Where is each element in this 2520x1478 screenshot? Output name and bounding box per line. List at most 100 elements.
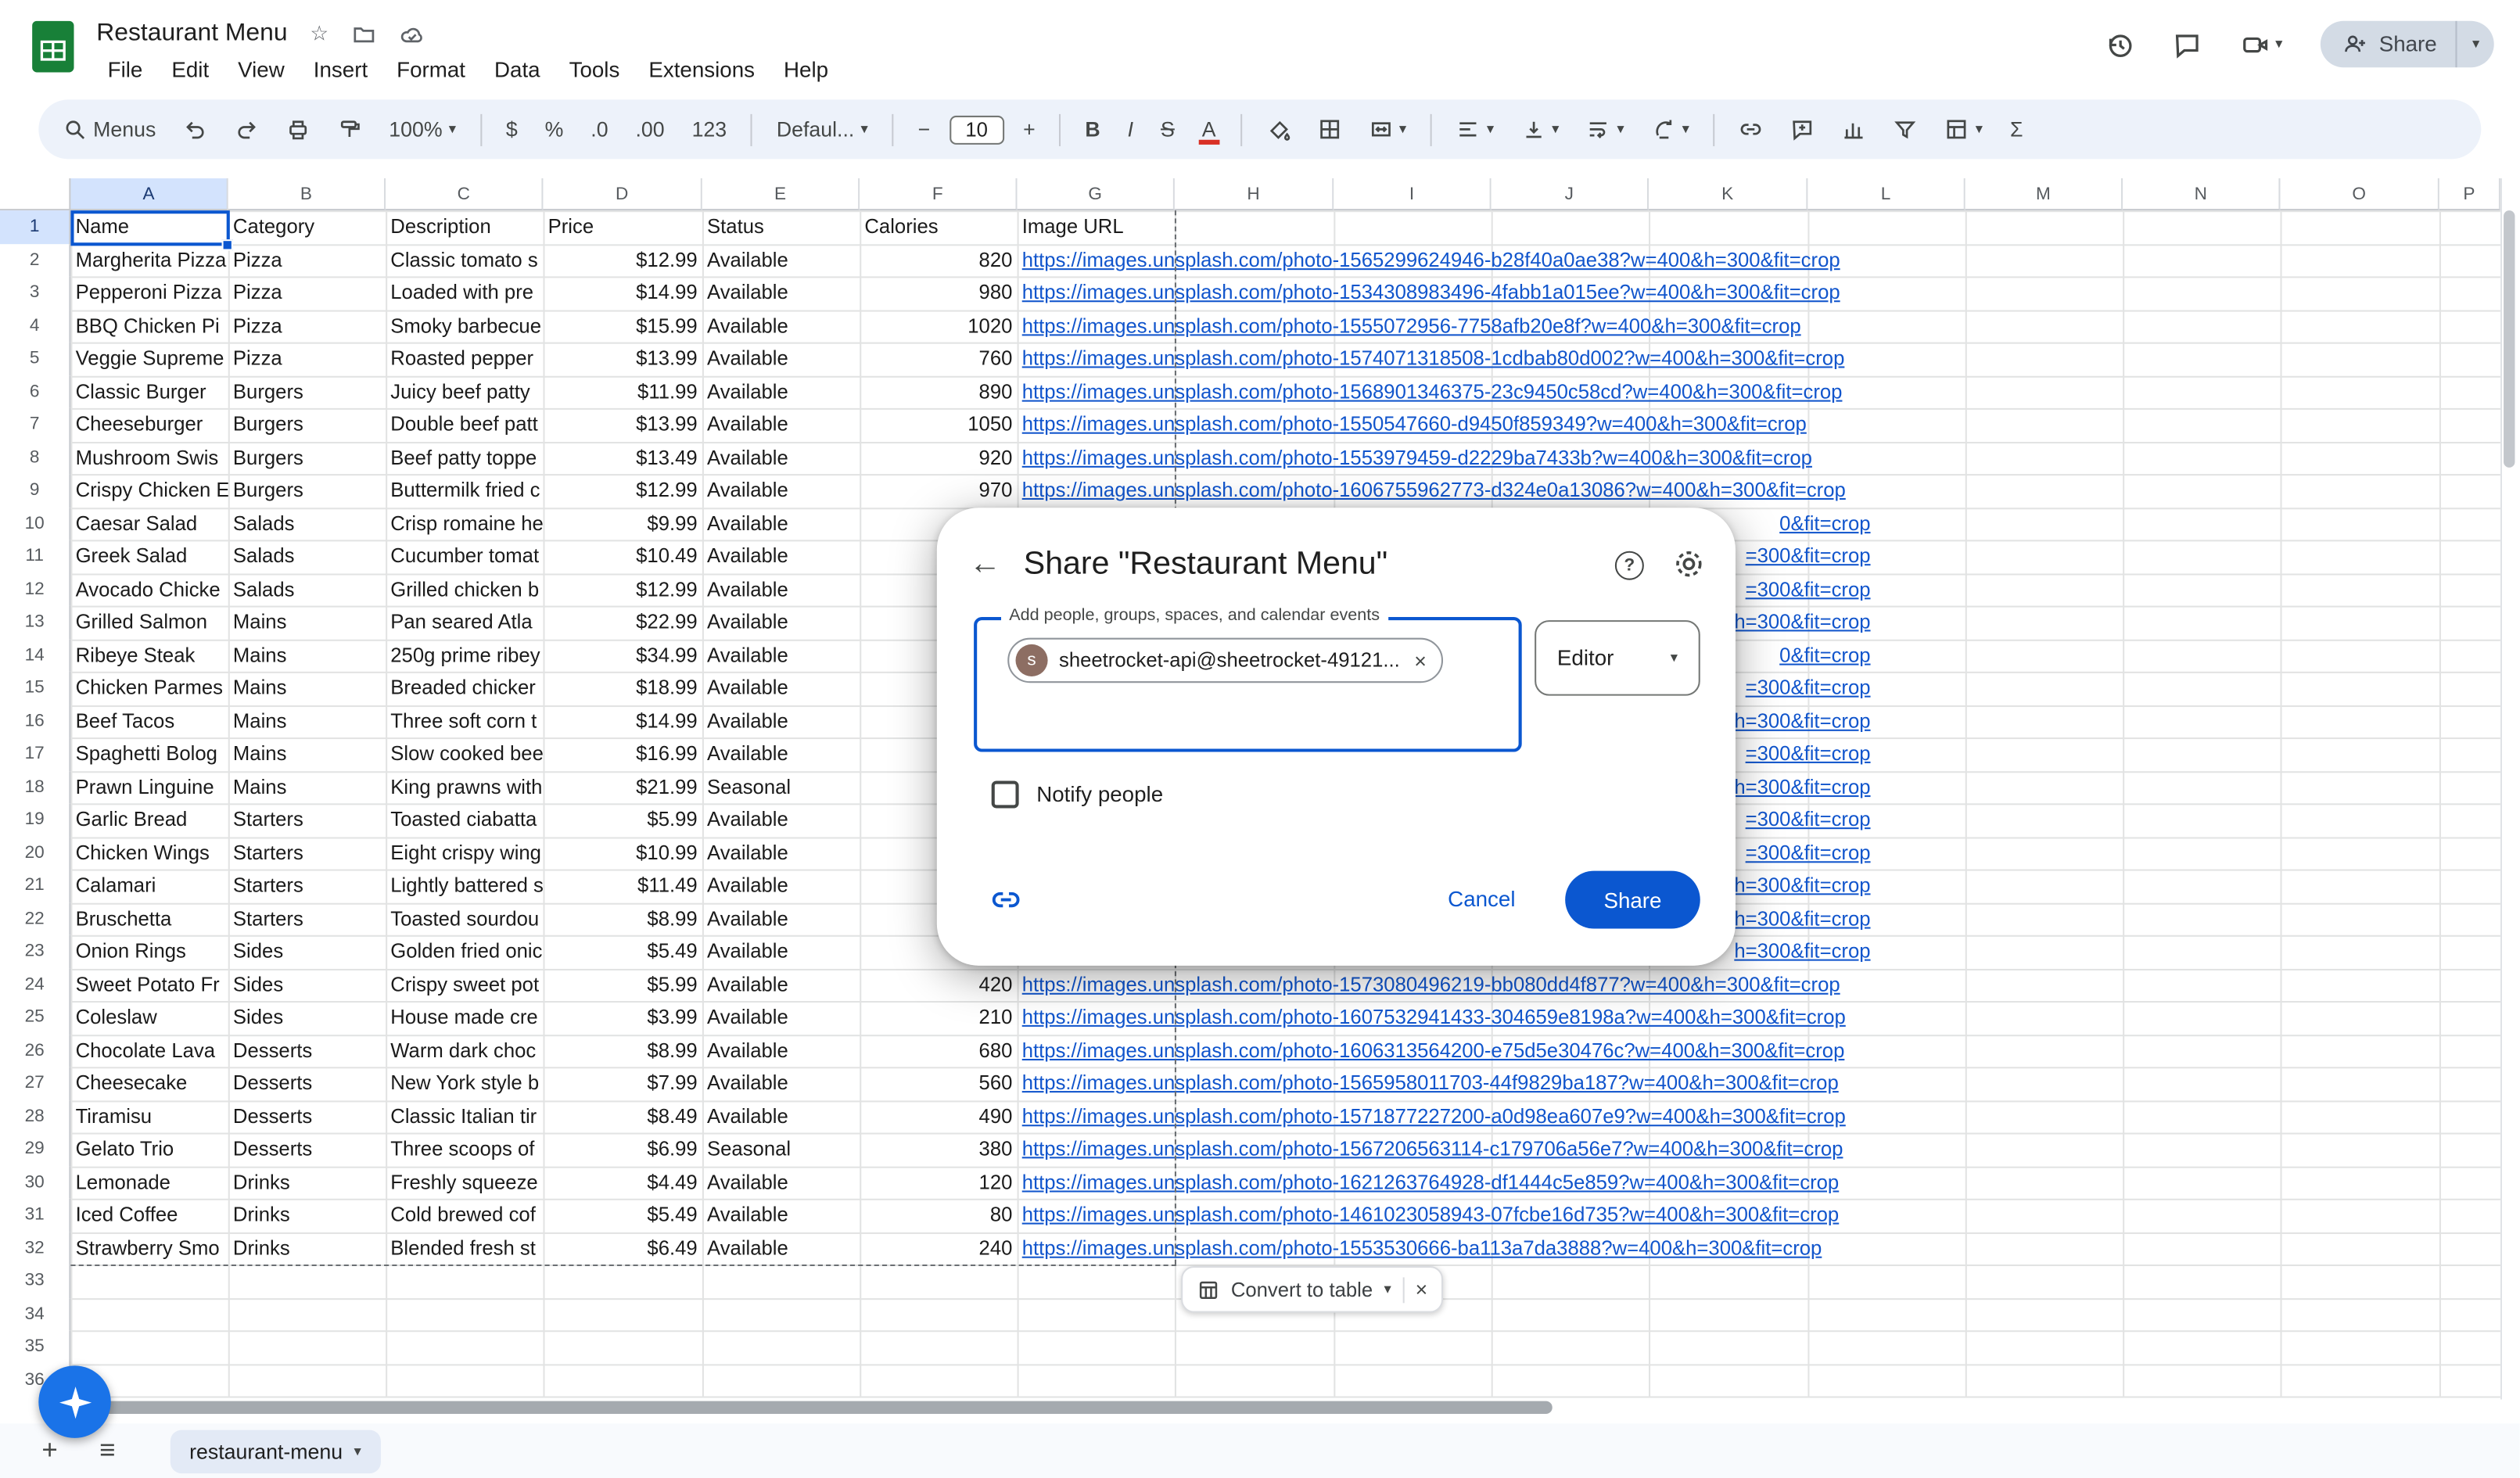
bold-button[interactable]: B bbox=[1077, 113, 1108, 146]
add-people-input[interactable]: s sheetrocket-api@sheetrocket-49121... × bbox=[974, 617, 1522, 752]
paint-format-button[interactable] bbox=[329, 113, 369, 146]
insert-comment-button[interactable] bbox=[1782, 113, 1822, 146]
cell[interactable]: Eight crispy wing bbox=[386, 836, 543, 869]
cell[interactable]: Slow cooked bee bbox=[386, 737, 543, 770]
cell[interactable]: Classic Italian tir bbox=[386, 1100, 543, 1132]
column-header-P[interactable]: P bbox=[2439, 178, 2500, 210]
column-header-E[interactable]: E bbox=[702, 178, 860, 210]
undo-button[interactable] bbox=[175, 113, 215, 146]
cell[interactable]: Available bbox=[702, 935, 860, 968]
move-folder-icon[interactable] bbox=[351, 22, 375, 46]
cell-link[interactable]: https://images.unsplash.com/photo-155397… bbox=[1018, 441, 1885, 474]
cell[interactable]: $5.49 bbox=[543, 935, 702, 968]
cell[interactable]: Gelato Trio bbox=[70, 1132, 228, 1165]
cell[interactable]: Available bbox=[702, 672, 860, 705]
cell[interactable]: $21.99 bbox=[543, 770, 702, 803]
row-header-12[interactable]: 12 bbox=[0, 572, 70, 605]
cell[interactable]: Golden fried onic bbox=[386, 935, 543, 968]
cell[interactable]: Tiramisu bbox=[70, 1100, 228, 1132]
row-header-3[interactable]: 3 bbox=[0, 276, 70, 309]
cell[interactable]: Starters bbox=[228, 902, 386, 935]
cell[interactable]: Drinks bbox=[228, 1232, 386, 1265]
row-header-8[interactable]: 8 bbox=[0, 441, 70, 474]
row-header-16[interactable]: 16 bbox=[0, 705, 70, 737]
currency-format-button[interactable]: $ bbox=[498, 113, 526, 146]
all-sheets-button[interactable]: ≡ bbox=[99, 1435, 115, 1467]
cell[interactable]: Freshly squeeze bbox=[386, 1166, 543, 1199]
cell[interactable]: Available bbox=[702, 276, 860, 309]
cell[interactable]: Ribeye Steak bbox=[70, 639, 228, 672]
cell[interactable]: Available bbox=[702, 441, 860, 474]
table-views-button[interactable]: ▾ bbox=[1937, 113, 1991, 146]
cell-link[interactable]: https://images.unsplash.com/photo-156720… bbox=[1018, 1132, 1885, 1165]
cell[interactable]: $8.99 bbox=[543, 902, 702, 935]
cell[interactable]: Onion Rings bbox=[70, 935, 228, 968]
menu-insert[interactable]: Insert bbox=[302, 55, 379, 85]
cell-link[interactable]: https://images.unsplash.com/photo-160631… bbox=[1018, 1034, 1885, 1067]
column-header-B[interactable]: B bbox=[228, 178, 386, 210]
cell[interactable]: Greek Salad bbox=[70, 540, 228, 572]
vertical-scrollbar[interactable] bbox=[2504, 210, 2515, 468]
menu-format[interactable]: Format bbox=[386, 55, 477, 85]
cell[interactable]: $34.99 bbox=[543, 639, 702, 672]
insert-chart-button[interactable] bbox=[1834, 113, 1874, 146]
cell[interactable]: Beef Tacos bbox=[70, 705, 228, 737]
cell[interactable]: Avocado Chicke bbox=[70, 572, 228, 605]
row-header-11[interactable]: 11 bbox=[0, 540, 70, 572]
cell[interactable]: $6.99 bbox=[543, 1132, 702, 1165]
row-header-24[interactable]: 24 bbox=[0, 968, 70, 1001]
cell[interactable]: Loaded with pre bbox=[386, 276, 543, 309]
column-header-O[interactable]: O bbox=[2280, 178, 2439, 210]
cell[interactable]: Starters bbox=[228, 836, 386, 869]
cell[interactable]: Prawn Linguine bbox=[70, 770, 228, 803]
cell[interactable]: $10.99 bbox=[543, 836, 702, 869]
cell[interactable]: Available bbox=[702, 870, 860, 902]
row-header-22[interactable]: 22 bbox=[0, 902, 70, 935]
row-header-18[interactable]: 18 bbox=[0, 770, 70, 803]
search-menus-button[interactable]: Menus bbox=[55, 113, 164, 146]
cell[interactable]: Available bbox=[702, 1166, 860, 1199]
cell[interactable]: 1020 bbox=[860, 310, 1017, 343]
cell[interactable]: Breaded chicker bbox=[386, 672, 543, 705]
sheet-tab[interactable]: restaurant-menu ▾ bbox=[170, 1430, 380, 1473]
cell[interactable]: Pan seared Atla bbox=[386, 606, 543, 639]
cell[interactable]: Pepperoni Pizza bbox=[70, 276, 228, 309]
column-header-H[interactable]: H bbox=[1175, 178, 1334, 210]
cell[interactable]: 80 bbox=[860, 1199, 1017, 1232]
cell[interactable]: 120 bbox=[860, 1166, 1017, 1199]
column-header-L[interactable]: L bbox=[1807, 178, 1965, 210]
close-icon[interactable]: × bbox=[1416, 1277, 1428, 1301]
row-header-19[interactable]: 19 bbox=[0, 803, 70, 836]
share-dropdown-arrow[interactable]: ▾ bbox=[2457, 21, 2493, 68]
sheets-logo-icon[interactable] bbox=[32, 21, 74, 73]
row-header-27[interactable]: 27 bbox=[0, 1067, 70, 1100]
cell[interactable]: Crispy Chicken E bbox=[70, 474, 228, 507]
recipient-chip[interactable]: s sheetrocket-api@sheetrocket-49121... × bbox=[1007, 638, 1442, 683]
column-header-F[interactable]: F bbox=[860, 178, 1017, 210]
cell[interactable]: Desserts bbox=[228, 1067, 386, 1100]
cell[interactable]: Available bbox=[702, 1034, 860, 1067]
strikethrough-button[interactable]: S bbox=[1153, 113, 1183, 146]
cell[interactable]: Pizza bbox=[228, 343, 386, 375]
row-header-1[interactable]: 1 bbox=[0, 210, 70, 243]
text-color-button[interactable]: A bbox=[1194, 113, 1224, 146]
cell[interactable]: Available bbox=[702, 507, 860, 540]
cell[interactable]: Available bbox=[702, 343, 860, 375]
italic-button[interactable]: I bbox=[1119, 113, 1141, 146]
cell[interactable]: Juicy beef patty bbox=[386, 375, 543, 408]
cell[interactable]: $5.49 bbox=[543, 1199, 702, 1232]
cell[interactable]: $7.99 bbox=[543, 1067, 702, 1100]
row-header-17[interactable]: 17 bbox=[0, 737, 70, 770]
cell[interactable]: Mains bbox=[228, 737, 386, 770]
cell[interactable]: $13.49 bbox=[543, 441, 702, 474]
fill-handle[interactable] bbox=[222, 239, 233, 250]
cell[interactable]: $9.99 bbox=[543, 507, 702, 540]
column-header-D[interactable]: D bbox=[543, 178, 702, 210]
menu-file[interactable]: File bbox=[96, 55, 153, 85]
cell[interactable]: Calories bbox=[860, 210, 1017, 243]
cell[interactable]: Mains bbox=[228, 672, 386, 705]
cell[interactable]: Grilled chicken b bbox=[386, 572, 543, 605]
cell[interactable]: Available bbox=[702, 606, 860, 639]
column-header-G[interactable]: G bbox=[1018, 178, 1175, 210]
cell[interactable]: Desserts bbox=[228, 1132, 386, 1165]
